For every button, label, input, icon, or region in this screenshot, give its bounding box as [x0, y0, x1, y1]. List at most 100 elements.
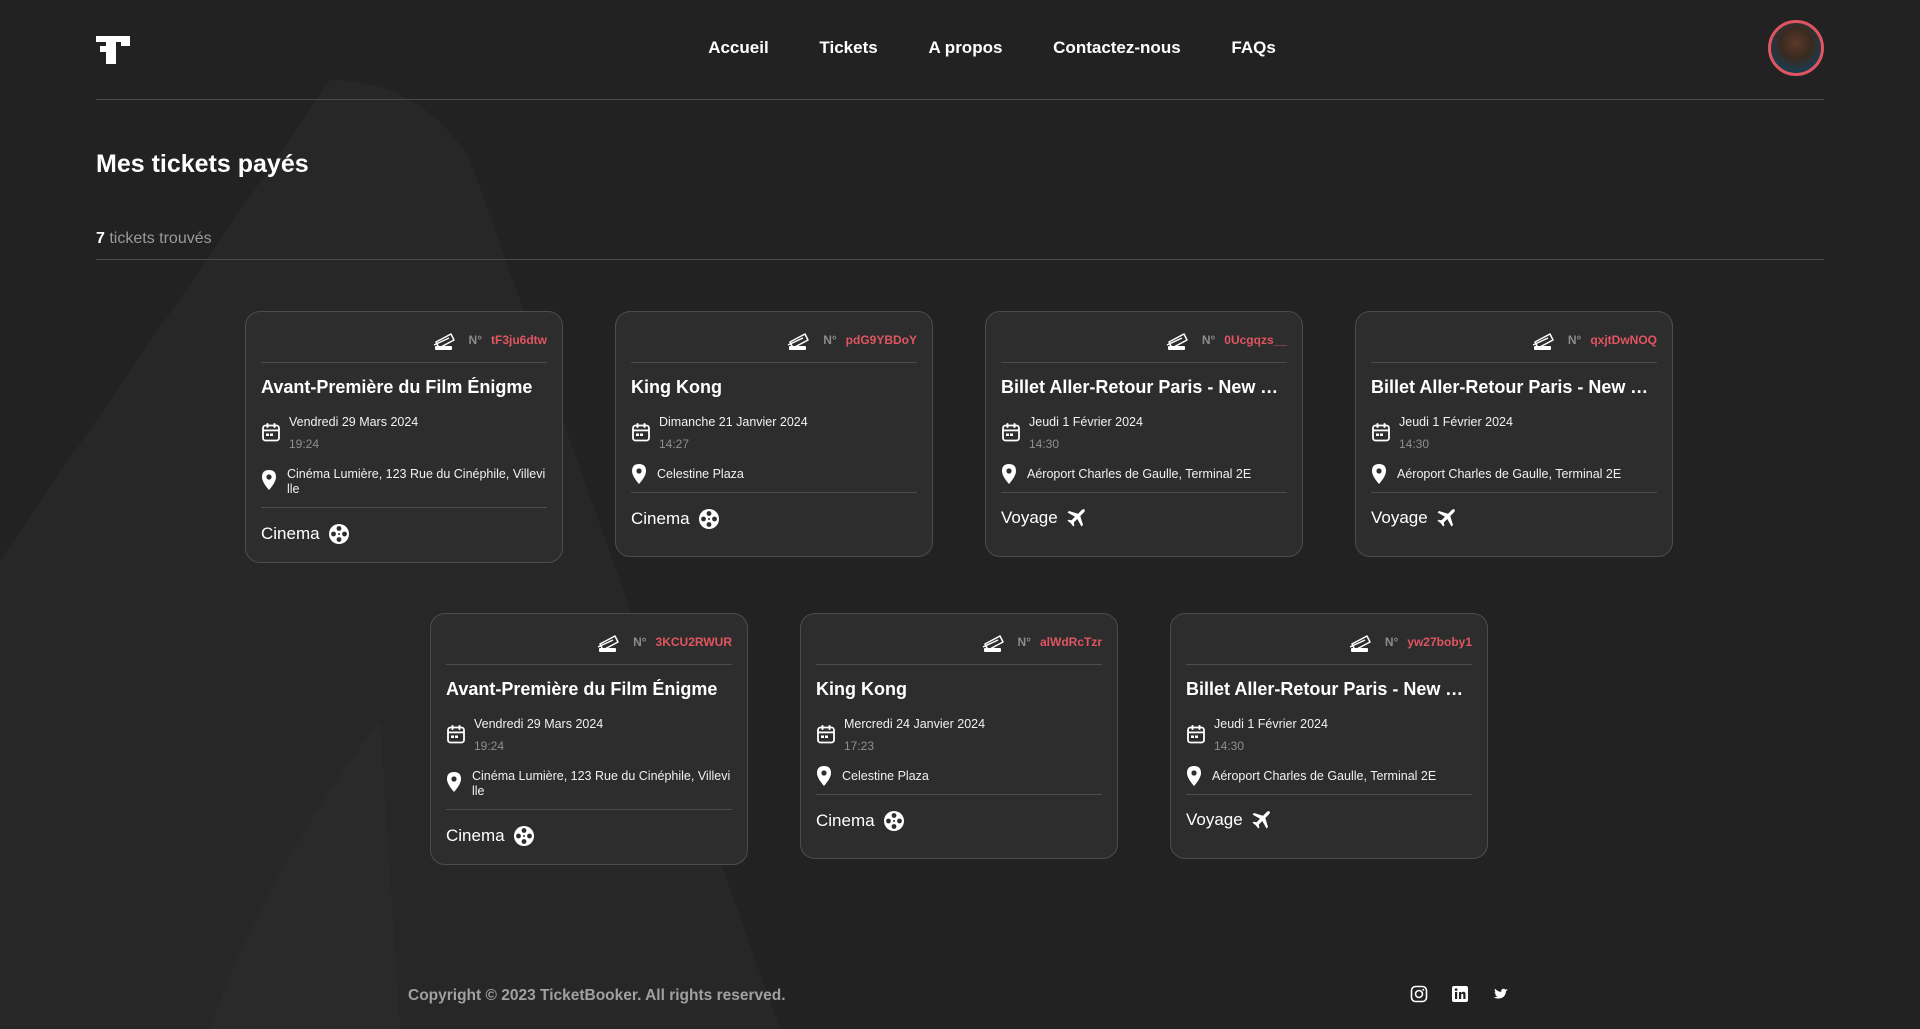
category-tag: Voyage — [1186, 810, 1271, 830]
event-time: 14:27 — [659, 437, 690, 451]
event-time: 19:24 — [289, 437, 320, 451]
ticket-icon — [597, 635, 619, 652]
ticket-number-label: N° — [1201, 333, 1216, 347]
divider — [446, 809, 732, 810]
category-label: Cinema — [631, 509, 690, 528]
nav-item-a-propos[interactable]: A propos — [928, 38, 1002, 57]
divider — [261, 507, 547, 508]
divider — [1001, 492, 1287, 493]
ticket-card[interactable]: N° 0Ucgqzs__ Billet Aller-Retour Paris - N… — [985, 311, 1303, 557]
event-address: Celestine Plaza — [657, 467, 744, 481]
nav-item-accueil[interactable]: Accueil — [708, 38, 768, 57]
divider — [1186, 794, 1472, 795]
nav-item-tickets[interactable]: Tickets — [819, 38, 877, 57]
divider — [1186, 664, 1472, 665]
event-time: 14:30 — [1029, 437, 1060, 451]
category-tag: Cinema — [261, 523, 350, 545]
event-date: Vendredi 29 Mars 2024 — [474, 717, 604, 731]
location-pin-icon — [1372, 464, 1386, 484]
nav-item-faqs[interactable]: FAQs — [1231, 38, 1275, 57]
divider — [1001, 362, 1287, 363]
event-address: Aéroport Charles de Gaulle, Terminal 2E — [1212, 769, 1437, 783]
event-address: Cinéma Lumière, 123 Rue du Cinéphile, Vi… — [472, 769, 731, 798]
ticket-card[interactable]: N° pdG9YBDoY King Kong Dimanche 21 Janvier … — [615, 311, 933, 557]
ticket-number: N° tF3ju6dtw — [433, 329, 547, 351]
ticket-card[interactable]: N° qxjtDwNOQ Billet Aller-Retour Paris - N… — [1355, 311, 1673, 557]
event-address: Cinéma Lumière, 123 Rue du Cinéphile, Vi… — [287, 467, 546, 496]
event-name: Avant-Première du Film Énigme — [446, 679, 718, 699]
category-label: Cinema — [446, 826, 505, 845]
calendar-icon — [817, 725, 835, 744]
ticket-icon — [982, 635, 1004, 652]
ticket-number: N° 3KCU2RWUR — [597, 631, 732, 653]
ticket-icon — [1166, 333, 1188, 350]
airplane-icon — [1252, 811, 1270, 829]
ticket-number: N° pdG9YBDoY — [787, 329, 917, 351]
ticket-icon — [787, 333, 809, 350]
linkedin-icon[interactable] — [1451, 985, 1469, 1003]
calendar-icon — [632, 423, 650, 442]
film-reel-icon — [513, 826, 534, 846]
calendar-icon — [1002, 423, 1020, 442]
divider — [1371, 492, 1657, 493]
event-date: Dimanche 21 Janvier 2024 — [659, 415, 808, 429]
divider — [816, 794, 1102, 795]
event-time: 19:24 — [474, 739, 505, 753]
user-avatar[interactable] — [1768, 20, 1824, 76]
ticket-number-label: N° — [468, 333, 482, 347]
ticket-count-label: tickets trouvés — [109, 230, 212, 247]
nav-item-contactez-nous[interactable]: Contactez-nous — [1053, 38, 1181, 57]
ticket-number: N° qxjtDwNOQ — [1532, 329, 1657, 351]
event-time: 17:23 — [844, 739, 875, 753]
divider — [1371, 362, 1657, 363]
ticket-card[interactable]: N° alWdRcTzr King Kong Mercredi 24 Janvier … — [800, 613, 1118, 859]
event-name: Billet Aller-Retour Paris - New York — [1186, 679, 1472, 699]
category-tag: Voyage — [1001, 508, 1086, 528]
event-time: 14:30 — [1214, 739, 1245, 753]
ticket-card[interactable]: N° 3KCU2RWUR Avant-Première du Film Énigme… — [430, 613, 748, 865]
ticket-code: pdG9YBDoY — [845, 333, 917, 347]
calendar-icon — [1372, 423, 1390, 442]
ticket-count: 7 tickets trouvés — [96, 230, 212, 248]
calendar-icon — [1187, 725, 1205, 744]
category-label: Voyage — [1186, 810, 1243, 829]
event-time: 14:30 — [1399, 437, 1430, 451]
category-label: Voyage — [1001, 508, 1058, 527]
category-label: Voyage — [1371, 508, 1428, 527]
category-tag: Cinema — [631, 508, 720, 530]
divider — [446, 664, 732, 665]
event-date: Jeudi 1 Février 2024 — [1214, 717, 1328, 731]
ticket-number: N° yw27boby1 — [1349, 631, 1472, 653]
ticket-code: qxjtDwNOQ — [1590, 333, 1657, 347]
ticket-number-label: N° — [633, 635, 647, 649]
category-tag: Voyage — [1371, 508, 1456, 528]
copyright-text: Copyright © 2023 TicketBooker. All right… — [408, 987, 786, 1004]
page-title: Mes tickets payés — [96, 150, 309, 178]
ticket-card[interactable]: N° yw27boby1 Billet Aller-Retour Paris - N… — [1170, 613, 1488, 859]
ticket-icon — [1532, 333, 1554, 350]
ticket-card[interactable]: N° tF3ju6dtw Avant-Première du Film Énigme… — [245, 311, 563, 563]
ticket-number-label: N° — [1384, 635, 1399, 649]
category-label: Cinema — [261, 524, 320, 543]
event-date: Mercredi 24 Janvier 2024 — [844, 717, 986, 731]
event-date: Jeudi 1 Février 2024 — [1029, 415, 1143, 429]
ticket-code: alWdRcTzr — [1039, 635, 1102, 649]
film-reel-icon — [328, 524, 349, 544]
event-date: Jeudi 1 Février 2024 — [1399, 415, 1513, 429]
ticket-icon — [433, 333, 455, 350]
calendar-icon — [262, 423, 280, 442]
divider — [96, 259, 1824, 260]
event-name: Avant-Première du Film Énigme — [261, 377, 533, 397]
event-name: Billet Aller-Retour Paris - New York — [1001, 377, 1287, 397]
divider — [631, 362, 917, 363]
twitter-icon[interactable] — [1491, 985, 1509, 1003]
instagram-icon[interactable] — [1410, 985, 1428, 1003]
ticket-number-label: N° — [823, 333, 837, 347]
location-pin-icon — [632, 464, 646, 484]
ticket-code: 0Ucgqzs__ — [1224, 333, 1287, 347]
event-address: Aéroport Charles de Gaulle, Terminal 2E — [1027, 467, 1252, 481]
event-name: Billet Aller-Retour Paris - New York — [1371, 377, 1657, 397]
ticket-number-label: N° — [1017, 635, 1031, 649]
category-tag: Cinema — [446, 825, 535, 847]
location-pin-icon — [1187, 766, 1201, 786]
